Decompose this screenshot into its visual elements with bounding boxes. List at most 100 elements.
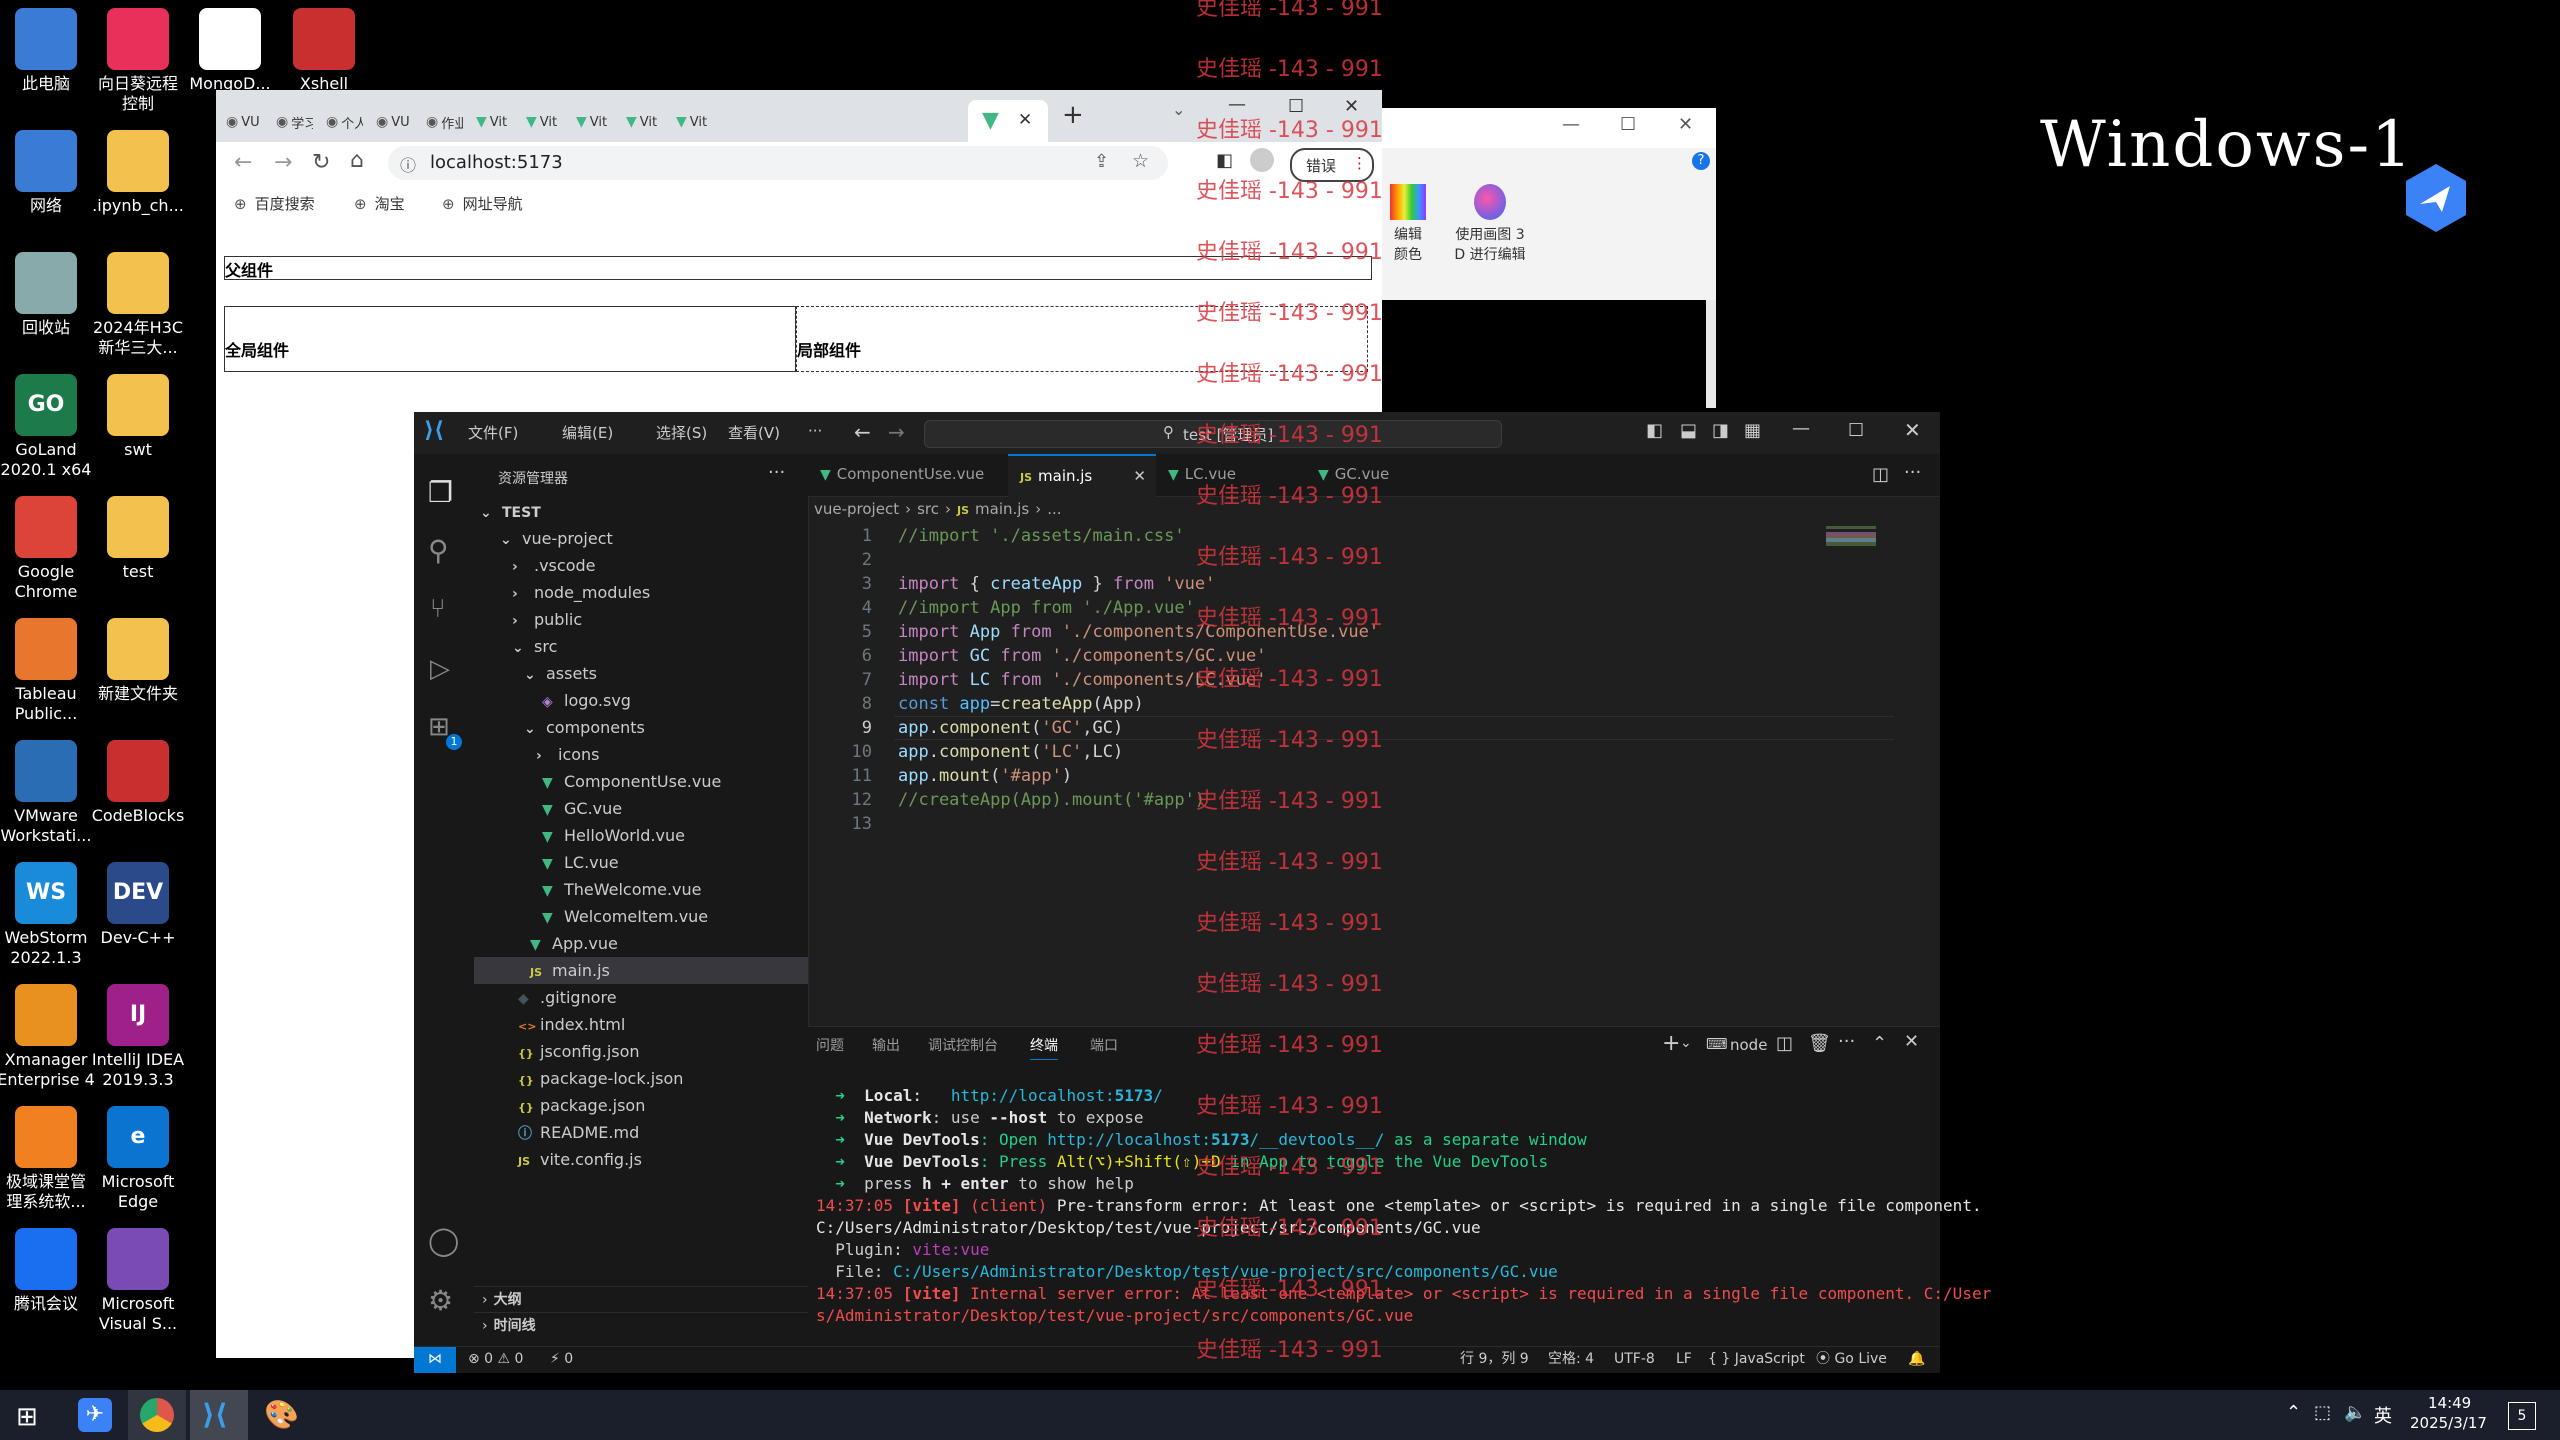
browser-tab[interactable]: ◉ 学习 (270, 104, 318, 140)
side-panel-icon[interactable]: ◧ (1216, 150, 1233, 171)
tree-item[interactable]: ◈ logo.svg (474, 687, 808, 714)
editor-more-icon[interactable]: ··· (1904, 462, 1921, 483)
indent-status[interactable]: 空格: 4 (1548, 1347, 1594, 1371)
desktop-icon[interactable]: Google Chrome (0, 496, 96, 602)
desktop-icon[interactable]: 腾讯会议 (0, 1228, 96, 1314)
tree-item[interactable]: › public (474, 606, 808, 633)
panel-tab[interactable]: 问题 (816, 1035, 844, 1055)
editor-tab[interactable]: ▼ ComponentUse.vue (808, 454, 1008, 496)
problems-status[interactable]: ⊗ 0 ⚠ 0 (468, 1347, 523, 1371)
tree-item[interactable]: {} jsconfig.json (474, 1038, 808, 1065)
toggle-secondary-sidebar-icon[interactable]: ◨ (1712, 420, 1729, 441)
maximize-icon[interactable]: ☐ (1620, 114, 1636, 135)
menu-item[interactable]: 文件(F) (468, 422, 518, 443)
clock-date[interactable]: 2025/3/17 (2410, 1414, 2487, 1432)
desktop-icon[interactable]: test (88, 496, 188, 582)
help-icon[interactable]: ? (1692, 152, 1710, 170)
taskbar-bird-app-icon[interactable]: ✈ (78, 1398, 112, 1432)
settings-gear-icon[interactable]: ⚙ (428, 1284, 453, 1317)
tree-item[interactable]: ▼ App.vue (474, 930, 808, 957)
desktop-icon[interactable]: Xmanager Enterprise 4 (0, 984, 96, 1090)
minimize-icon[interactable]: — (1562, 114, 1580, 135)
menu-item[interactable]: 编辑(E) (562, 422, 613, 443)
language-status[interactable]: { } JavaScript (1708, 1347, 1805, 1371)
breadcrumb-item[interactable]: main.js (975, 500, 1029, 518)
tree-item[interactable]: ▼ TheWelcome.vue (474, 876, 808, 903)
ports-status[interactable]: ⚡ 0 (550, 1347, 573, 1371)
bookmark-item[interactable]: ⊕ 淘宝 (354, 193, 405, 214)
back-icon[interactable]: ← (234, 150, 252, 175)
remote-icon[interactable]: ⋈ (414, 1347, 456, 1373)
share-icon[interactable]: ⇪ (1094, 151, 1109, 172)
tree-item[interactable]: ▼ GC.vue (474, 795, 808, 822)
desktop-icon[interactable]: 此电脑 (0, 8, 96, 94)
close-panel-icon[interactable]: ✕ (1904, 1031, 1919, 1052)
star-icon[interactable]: ☆ (1132, 150, 1149, 172)
site-info-icon[interactable]: ⓘ (400, 152, 416, 176)
menu-item[interactable]: ··· (808, 422, 822, 440)
tree-item[interactable]: ⌄ assets (474, 660, 808, 687)
menu-item[interactable]: 选择(S) (656, 422, 707, 443)
desktop-icon[interactable]: 网络 (0, 130, 96, 216)
tab-search-icon[interactable]: ⌄ (1172, 100, 1185, 119)
tree-item[interactable]: › icons (474, 741, 808, 768)
desktop-icon[interactable]: 2024年H3C 新华三大... (88, 252, 188, 358)
customize-layout-icon[interactable]: ▦ (1744, 420, 1761, 441)
profile-icon[interactable] (1250, 148, 1274, 172)
tree-item[interactable]: › node_modules (474, 579, 808, 606)
desktop-icon[interactable]: VMware Workstati... (0, 740, 96, 846)
desktop-icon[interactable]: 回收站 (0, 252, 96, 338)
breadcrumb-item[interactable]: vue-project (814, 500, 899, 518)
cursor-position[interactable]: 行 9，列 9 (1460, 1347, 1529, 1371)
desktop-icon[interactable]: Microsoft Visual S... (88, 1228, 188, 1334)
forward-icon[interactable]: → (274, 150, 292, 175)
notification-count-badge[interactable]: 5 (2508, 1402, 2536, 1430)
start-windows-icon[interactable]: ⊞ (16, 1402, 38, 1432)
tree-item[interactable]: {} package-lock.json (474, 1065, 808, 1092)
desktop-icon[interactable]: e Microsoft Edge (88, 1106, 188, 1212)
tree-item[interactable]: ◆ .gitignore (474, 984, 808, 1011)
explorer-scrollbar[interactable] (1706, 300, 1716, 408)
tree-item[interactable]: ▼ HelloWorld.vue (474, 822, 808, 849)
browser-tab[interactable]: ▼ Vit (570, 104, 618, 140)
desktop-icon[interactable]: CodeBlocks (88, 740, 188, 826)
source-control-icon[interactable]: ⑂ (430, 594, 446, 624)
breadcrumb-item[interactable]: ... (1047, 500, 1061, 518)
browser-tab[interactable]: ▼ Vit (620, 104, 668, 140)
address-bar[interactable]: ⓘ localhost:5173 ⇪ ☆ (388, 146, 1168, 180)
desktop-icon[interactable]: GO GoLand 2020.1 x64 (0, 374, 96, 480)
tree-item[interactable]: › .vscode (474, 552, 808, 579)
nav-back-icon[interactable]: ← (854, 420, 871, 444)
browser-tab[interactable]: ◉ VU (220, 104, 268, 140)
breadcrumb-item[interactable]: src (917, 500, 939, 518)
panel-more-icon[interactable]: ··· (1838, 1031, 1855, 1052)
network-tray-icon[interactable]: ⬚ (2314, 1402, 2331, 1423)
close-tab-icon[interactable]: ✕ (1018, 110, 1032, 130)
home-icon[interactable]: ⌂ (350, 148, 364, 173)
tray-chevron-icon[interactable]: ⌃ (2286, 1402, 2301, 1423)
desktop-icon[interactable]: 新建文件夹 (88, 618, 188, 704)
tree-item[interactable]: ⌄ vue-project (474, 525, 808, 552)
timeline-section[interactable]: › 时间线 (474, 1312, 808, 1339)
golive-status[interactable]: ⦿ Go Live (1816, 1347, 1887, 1371)
tree-item[interactable]: JS main.js (474, 957, 808, 984)
taskbar-vscode-icon[interactable]: ⟩⟨ (202, 1398, 228, 1431)
run-debug-icon[interactable]: ▷ (430, 654, 450, 684)
tree-item[interactable]: ▼ LC.vue (474, 849, 808, 876)
minimize-icon[interactable]: — (1792, 418, 1810, 439)
bookmark-item[interactable]: ⊕ 网址导航 (442, 193, 523, 214)
browser-tab[interactable]: ▼ Vit (670, 104, 718, 140)
menu-item[interactable]: 查看(V) (728, 422, 780, 443)
tree-item[interactable]: ⌄ TEST (474, 498, 808, 525)
desktop-icon[interactable]: .ipynb_ch... (88, 130, 188, 216)
close-icon[interactable]: ✕ (1904, 418, 1921, 442)
tree-item[interactable]: ⌄ src (474, 633, 808, 660)
outline-section[interactable]: › 大纲 (474, 1286, 808, 1313)
reload-icon[interactable]: ↻ (312, 150, 330, 175)
explorer-icon[interactable]: ❐ (428, 476, 453, 509)
panel-tab[interactable]: 调试控制台 (928, 1035, 998, 1055)
split-editor-icon[interactable]: ◫ (1872, 464, 1889, 485)
desktop-icon[interactable]: swt (88, 374, 188, 460)
ime-indicator[interactable]: 英 (2374, 1402, 2392, 1428)
eol-status[interactable]: LF (1676, 1347, 1692, 1371)
